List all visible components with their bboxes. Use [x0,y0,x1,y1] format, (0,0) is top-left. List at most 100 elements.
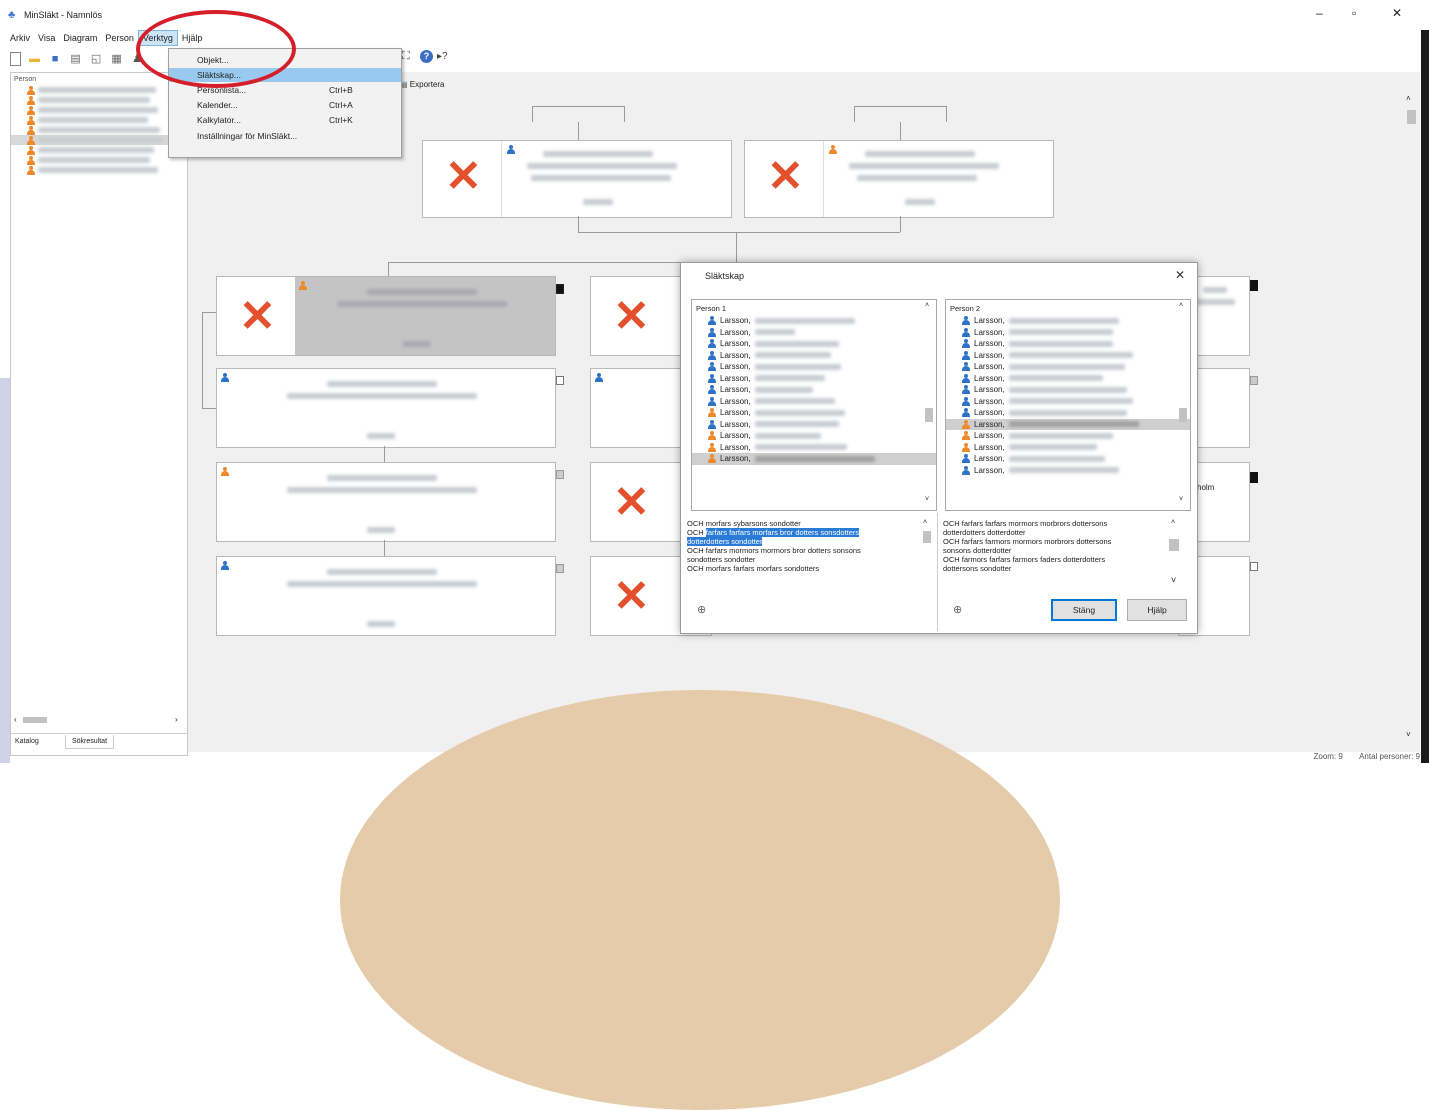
list-item[interactable] [11,115,187,125]
expand-marker[interactable] [1250,562,1258,571]
list-item[interactable]: Larsson, [946,442,1190,454]
scroll-left-icon[interactable]: ‹ [14,715,17,724]
expand-marker[interactable] [1250,472,1258,483]
list-item[interactable]: Larsson, [946,384,1190,396]
close-dialog-button[interactable]: Stäng [1051,599,1117,621]
print-icon[interactable]: ▤ [69,52,83,66]
scroll-right-icon[interactable]: › [175,715,178,724]
list-item[interactable]: Larsson, [946,396,1190,408]
fit-icon[interactable]: ⛶ [402,50,410,63]
list-item[interactable]: Larsson, [692,407,936,419]
person-card[interactable]: ✕ [744,140,1054,218]
scroll-thumb[interactable] [923,531,931,543]
help-icon[interactable]: ? [420,50,433,63]
maximize-button[interactable]: ▫ [1352,6,1356,20]
expand-marker[interactable] [556,470,564,479]
list-item-selected[interactable] [11,135,187,145]
scroll-thumb[interactable] [23,717,47,723]
list-item[interactable]: Larsson, [692,419,936,431]
open-folder-icon[interactable]: ▬ [28,52,42,66]
save-icon[interactable]: ■ [48,52,62,66]
tab-sokresultat[interactable]: Sökresultat [65,735,115,749]
list-item[interactable]: Larsson, [946,373,1190,385]
expand-marker[interactable] [556,376,564,385]
close-button[interactable]: ✕ [1392,6,1402,20]
person1-list[interactable]: Person 1 Larsson, Larsson, Larsson, Lars… [691,299,937,511]
horizontal-scrollbar[interactable]: ‹ › [11,715,187,725]
scroll-up-icon[interactable]: ˄ [923,519,927,526]
menu-diagram[interactable]: Diagram [59,30,101,46]
tab-katalog[interactable]: Katalog [15,738,39,745]
list-item-selected[interactable]: Larsson, [946,418,1190,430]
scroll-up-icon[interactable]: ˄ [925,302,929,309]
list-item[interactable]: Larsson, [946,430,1190,442]
list-item[interactable]: Larsson, [692,338,936,350]
menu-item-kalkylator[interactable]: Kalkylator... Ctrl+K [169,113,401,127]
list-item[interactable] [11,105,187,115]
menu-visa[interactable]: Visa [34,30,59,46]
expand-marker[interactable] [556,284,564,294]
relations-pane-left[interactable]: OCH morfars sybarsons sondotter OCH farf… [687,519,935,625]
zoom-icon[interactable]: ⊕ [953,603,962,616]
expand-marker[interactable] [1250,280,1258,291]
list-item[interactable]: Larsson, [692,430,936,442]
scroll-up-icon[interactable]: ˄ [1406,94,1411,103]
dialog-close-icon[interactable]: ✕ [1175,268,1185,282]
scroll-down-icon[interactable]: ˅ [1406,730,1411,739]
list-item[interactable]: Larsson, [692,442,936,454]
list-scrollbar[interactable]: ˄ ˅ [922,300,935,508]
scroll-thumb[interactable] [925,408,933,422]
list-item[interactable]: Larsson, [946,315,1190,327]
list-item[interactable] [11,125,187,135]
scroll-down-icon[interactable]: ˅ [1171,575,1176,585]
list-item[interactable]: Larsson, [692,327,936,339]
person-card[interactable] [216,368,556,448]
scroll-thumb[interactable] [1179,408,1187,422]
list-item[interactable]: Larsson, [692,350,936,362]
person-card[interactable] [216,556,556,636]
scroll-down-icon[interactable]: ˅ [925,496,929,503]
list-item[interactable] [11,85,187,95]
scroll-thumb[interactable] [1169,539,1179,551]
list-scrollbar[interactable]: ˄ ˅ [1176,300,1189,508]
list-item[interactable]: Larsson, [946,361,1190,373]
list-item[interactable] [11,155,187,165]
list-item[interactable]: Larsson, [946,338,1190,350]
whats-this-icon[interactable]: ▸? [437,51,448,62]
list-item-selected[interactable]: Larsson, [692,453,936,465]
menu-person[interactable]: Person [101,30,138,46]
list-item[interactable] [11,95,187,105]
person-card[interactable] [216,462,556,542]
list-item[interactable]: Larsson, [946,327,1190,339]
expand-marker[interactable] [556,564,564,573]
list-item[interactable]: Larsson, [946,350,1190,362]
vertical-scrollbar[interactable]: ˄ ˅ [1404,94,1418,744]
scroll-down-icon[interactable]: ˅ [1179,496,1183,503]
list-item[interactable]: Larsson, [692,384,936,396]
list-item[interactable] [11,165,187,175]
person-card[interactable]: ✕ [216,276,556,356]
list-item[interactable]: Larsson, [692,315,936,327]
scroll-up-icon[interactable]: ˄ [1171,519,1175,526]
menu-item-installningar[interactable]: Inställningar för MinSläkt... [169,129,401,143]
new-file-icon[interactable] [10,52,21,66]
list-item[interactable]: Larsson, [946,453,1190,465]
zoom-icon[interactable]: ⊕ [697,603,706,616]
list-item[interactable]: Larsson, [692,373,936,385]
person-card[interactable]: ✕ [422,140,732,218]
help-button[interactable]: Hjälp [1127,599,1187,621]
scroll-up-icon[interactable]: ˄ [1179,302,1183,309]
list-item[interactable]: Larsson, [946,407,1190,419]
print-preview-icon[interactable]: ◱ [89,52,103,66]
list-item[interactable] [11,145,187,155]
list-item[interactable]: Larsson, [692,361,936,373]
scroll-thumb[interactable] [1407,110,1416,124]
list-item[interactable]: Larsson, [946,465,1190,477]
minimize-button[interactable]: – [1316,6,1323,20]
menu-arkiv[interactable]: Arkiv [6,30,34,46]
expand-marker[interactable] [1250,376,1258,385]
export-button[interactable]: ▤ Exportera [400,80,444,89]
list-item[interactable]: Larsson, [692,396,936,408]
person2-list[interactable]: Person 2 Larsson, Larsson, Larsson, Lars… [945,299,1191,511]
list-icon[interactable]: ▦ [110,52,124,66]
